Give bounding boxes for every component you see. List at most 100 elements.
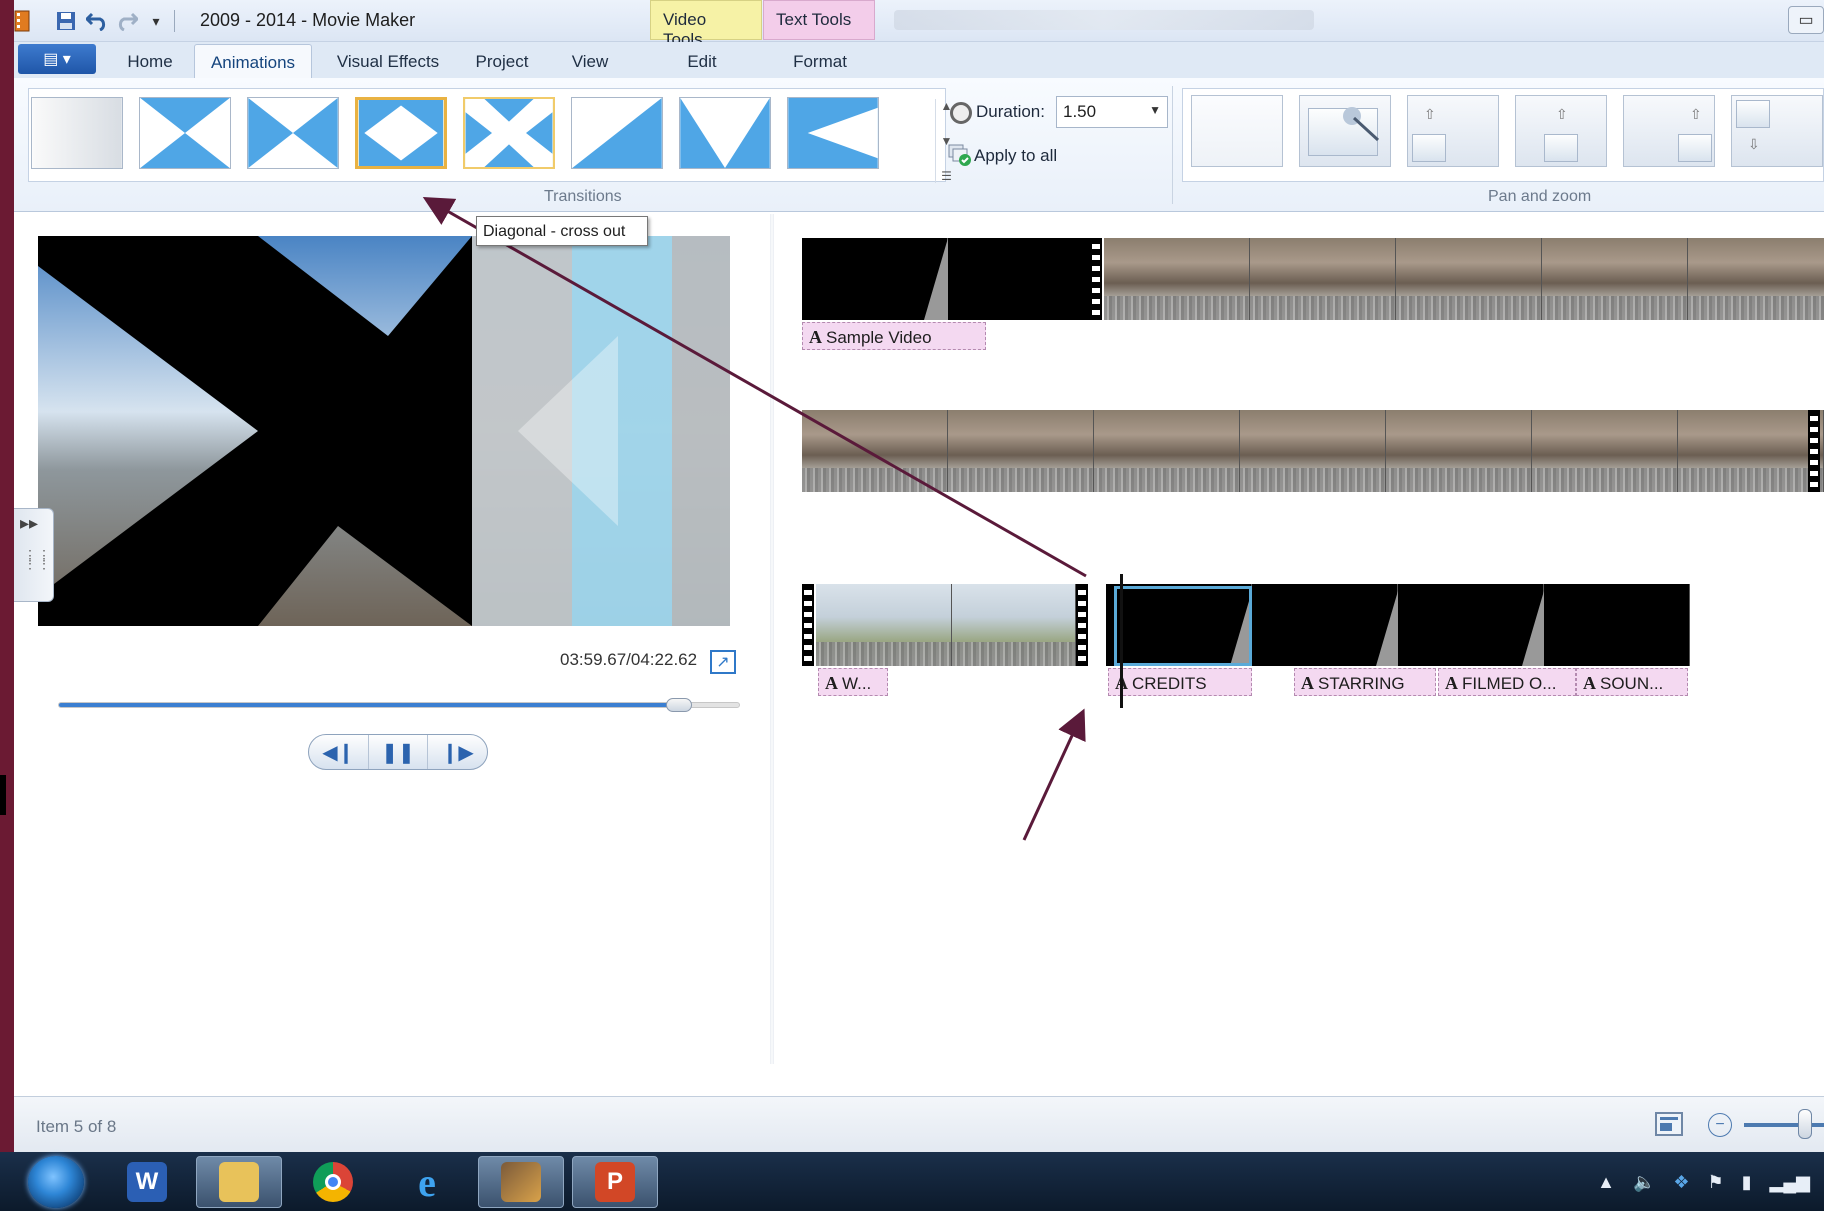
previous-frame-icon: ◀❙	[322, 741, 355, 764]
clip-frame[interactable]	[1094, 410, 1240, 492]
apply-to-all-button[interactable]: Apply to all	[974, 146, 1057, 166]
audio-waveform	[952, 642, 1075, 666]
taskbar-movie-maker[interactable]	[478, 1156, 564, 1208]
transition-v-wipe[interactable]	[679, 97, 771, 169]
playhead[interactable]	[1120, 574, 1123, 708]
clip-frame[interactable]	[948, 410, 1094, 492]
clip-frame[interactable]	[1688, 238, 1824, 320]
caption-sample-video[interactable]: A Sample Video	[802, 322, 986, 350]
video-preview[interactable]	[38, 236, 730, 626]
caption-starring[interactable]: A STARRING	[1294, 668, 1436, 696]
clip-frame[interactable]	[802, 410, 948, 492]
text-caption-icon: A	[1445, 673, 1458, 693]
film-sprockets	[1090, 238, 1102, 320]
taskbar-chrome[interactable]	[290, 1156, 376, 1208]
clip-frame-sound[interactable]	[1544, 584, 1690, 666]
redo-icon[interactable]	[114, 8, 140, 34]
clip-frame[interactable]	[952, 584, 1076, 666]
clip-frame[interactable]	[948, 238, 1094, 320]
duration-controls: Duration: 1.50 ▼ Apply to all	[948, 92, 1168, 192]
transition-tooltip: Diagonal - cross out	[476, 216, 648, 246]
clip-frame[interactable]	[1104, 238, 1250, 320]
taskbar-explorer[interactable]	[196, 1156, 282, 1208]
clip-frame[interactable]	[1240, 410, 1386, 492]
clip-frame[interactable]	[1250, 238, 1396, 320]
tab-home[interactable]: Home	[108, 44, 192, 78]
text-caption-icon: A	[825, 673, 838, 693]
tab-animations[interactable]: Animations	[194, 44, 312, 78]
taskbar-word[interactable]: W	[104, 1156, 190, 1208]
pan-zoom-down-left[interactable]: ⇩	[1731, 95, 1823, 167]
text-caption-icon: A	[1583, 673, 1596, 693]
pane-splitter[interactable]	[770, 214, 774, 1064]
context-tab-video-tools[interactable]: Video Tools	[650, 0, 762, 49]
internet-explorer-icon: e	[418, 1159, 436, 1205]
transition-none[interactable]	[31, 97, 123, 169]
save-icon[interactable]	[54, 8, 78, 34]
caption-filmed[interactable]: A FILMED O...	[1438, 668, 1576, 696]
pan-zoom-auto[interactable]	[1299, 95, 1391, 167]
movie-maker-icon[interactable]	[14, 8, 30, 34]
storyboard-row-1	[802, 238, 1824, 320]
taskbar-internet-explorer[interactable]: e	[384, 1156, 470, 1208]
undo-icon[interactable]	[84, 8, 110, 34]
restore-window-icon[interactable]: ▭	[1788, 6, 1824, 34]
status-bar: Item 5 of 8 −	[14, 1096, 1824, 1152]
zoom-out-button[interactable]: −	[1708, 1113, 1732, 1137]
seek-slider[interactable]	[58, 698, 740, 712]
next-frame-button[interactable]: ❙▶	[428, 735, 487, 769]
taskbar-powerpoint[interactable]: P	[572, 1156, 658, 1208]
zoom-slider-thumb[interactable]	[1798, 1109, 1812, 1139]
tab-view[interactable]: View	[554, 44, 626, 78]
customize-qat-icon[interactable]: ▾	[146, 8, 166, 34]
caption-credits[interactable]: ACREDITS	[1108, 668, 1252, 696]
preview-frame-image	[38, 236, 730, 626]
pan-zoom-none[interactable]	[1191, 95, 1283, 167]
caption-w[interactable]: A W...	[818, 668, 888, 696]
pause-button[interactable]: ❚❚	[369, 735, 429, 769]
battery-icon[interactable]: ▮	[1742, 1172, 1752, 1193]
clip-frame[interactable]	[1386, 410, 1532, 492]
transition-diagonal-wipe[interactable]	[571, 97, 663, 169]
network-signal-icon[interactable]: ▂▄▆	[1770, 1172, 1810, 1193]
tab-format[interactable]: Format	[774, 44, 866, 78]
start-button[interactable]	[28, 1156, 84, 1208]
audio-waveform	[1542, 296, 1687, 320]
zoom-slider[interactable]	[1744, 1123, 1824, 1127]
collapse-panel-handle[interactable]: ▸▸ ⋮⋮ ⋮⋮	[14, 508, 54, 602]
fullscreen-preview-button[interactable]: ↗	[710, 650, 736, 674]
arrow-up-icon: ⇧	[1424, 106, 1436, 122]
transition-diagonal-cross-out[interactable]	[463, 97, 555, 169]
tab-edit[interactable]: Edit	[662, 44, 742, 78]
pan-zoom-up-right[interactable]: ⇧	[1623, 95, 1715, 167]
transition-cross-horizontal[interactable]	[247, 97, 339, 169]
clip-frame[interactable]	[1396, 238, 1542, 320]
context-tab-text-tools[interactable]: Text Tools	[763, 0, 875, 40]
transition-cross-vertical[interactable]	[139, 97, 231, 169]
transition-diamond[interactable]	[355, 97, 447, 169]
clip-frame[interactable]	[816, 584, 952, 666]
dropbox-icon[interactable]: ❖	[1673, 1172, 1689, 1193]
transitions-gallery: ▲ ▼ ☰	[28, 88, 952, 183]
caption-sound[interactable]: A SOUN...	[1576, 668, 1688, 696]
pan-zoom-up-left[interactable]: ⇧	[1407, 95, 1499, 167]
tab-visual-effects[interactable]: Visual Effects	[324, 44, 452, 78]
file-menu-button[interactable]: ▤ ▾	[18, 44, 96, 74]
thumbnail-size-icon[interactable]	[1654, 1111, 1684, 1137]
audio-waveform	[802, 468, 947, 492]
action-center-flag-icon[interactable]: ⚑	[1708, 1172, 1724, 1193]
clip-frame[interactable]	[1542, 238, 1688, 320]
previous-frame-button[interactable]: ◀❙	[309, 735, 369, 769]
clip-frame[interactable]	[1532, 410, 1678, 492]
audio-waveform	[1396, 296, 1541, 320]
clip-frame[interactable]	[1678, 410, 1824, 492]
audio-waveform	[1688, 296, 1824, 320]
pan-zoom-up-center[interactable]: ⇧	[1515, 95, 1607, 167]
show-hidden-icons-icon[interactable]: ▲	[1597, 1172, 1615, 1193]
tab-project[interactable]: Project	[460, 44, 544, 78]
system-tray: ▲ 🔈 ❖ ⚑ ▮ ▂▄▆	[1597, 1170, 1810, 1194]
seek-thumb[interactable]	[666, 698, 693, 712]
transition-arrow-left[interactable]	[787, 97, 879, 169]
duration-dropdown[interactable]: 1.50 ▼	[1056, 96, 1168, 128]
volume-icon[interactable]: 🔈	[1633, 1172, 1655, 1193]
